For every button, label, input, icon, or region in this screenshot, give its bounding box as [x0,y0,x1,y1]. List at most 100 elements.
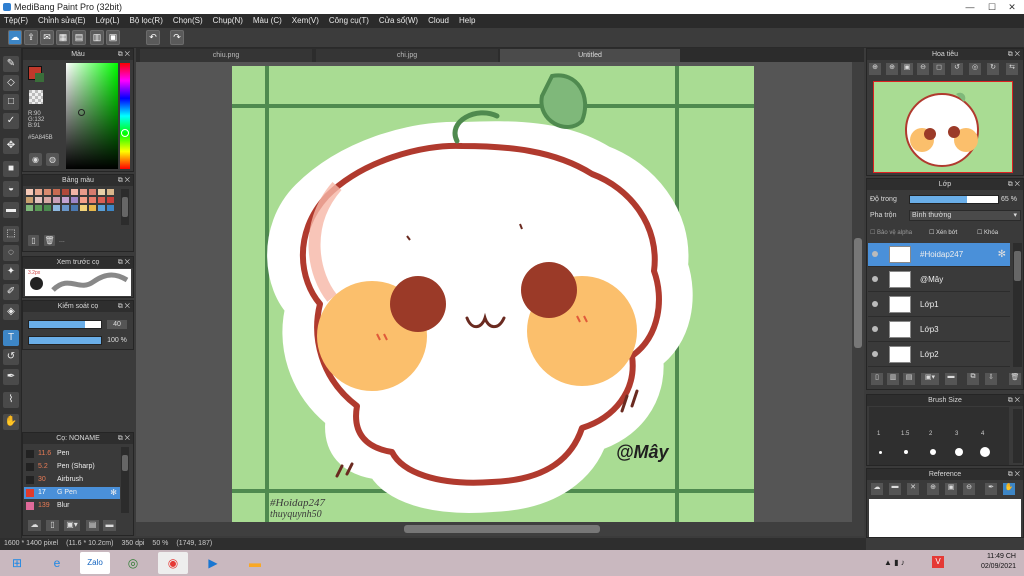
menu-edit[interactable]: Chỉnh sửa(E) [33,14,91,25]
zalo-icon[interactable]: Zalo [80,552,110,574]
brush-size-3[interactable]: 3 [955,431,958,437]
select-eraser-icon[interactable]: ◈ [3,304,19,320]
operation-tool-icon[interactable]: ↺ [3,349,19,365]
new-brush-icon[interactable]: ▯ [46,520,59,531]
tab-chi-jpg[interactable]: chi.jpg [316,49,498,62]
palette-swatch[interactable] [53,189,60,195]
bucket-tool-icon[interactable]: ◒ [3,181,19,197]
zoom-out-icon[interactable]: ⊖ [917,63,929,75]
palette-swatch[interactable] [44,197,51,203]
palette-swatches[interactable] [26,189,118,229]
clipping-checkbox[interactable]: ☐ Xén bớt [929,229,957,236]
menu-tools[interactable]: Công cụ(T) [324,14,374,25]
taskbar-clock[interactable]: 11:49 CH 02/09/2021 [981,552,1016,572]
palette-swatch[interactable] [62,189,69,195]
file-explorer-icon[interactable]: ▬ [240,552,270,574]
reference-cloud-icon[interactable]: ☁ [871,483,883,495]
merge-layer-icon[interactable]: ⇩ [985,373,997,385]
rotate-left-icon[interactable]: ↺ [951,63,963,75]
text-tool-icon[interactable]: T [3,330,19,346]
menu-layer[interactable]: Lớp(L) [91,14,125,25]
shape-tool-icon[interactable]: □ [3,94,19,110]
vertical-scroll-thumb[interactable] [854,238,862,348]
color-wheel-icon[interactable]: ◉ [29,153,42,166]
hue-slider[interactable] [120,63,130,169]
reference-close-icon[interactable]: ✕ [907,483,919,495]
menu-file[interactable]: Tệp(F) [0,14,33,25]
palette-swatch[interactable] [71,189,78,195]
palette-scrollbar[interactable] [121,189,129,225]
palette-swatch[interactable] [107,197,114,203]
new-palette-icon[interactable]: ▯ [28,235,39,246]
brush-folder-icon[interactable]: ▬ [103,520,116,531]
palette-more[interactable]: ... [59,237,65,244]
palette-swatch[interactable] [44,205,51,211]
brush-size-scrollbar[interactable] [1013,409,1022,463]
menu-color[interactable]: Màu (C) [248,14,287,25]
gradient-tool-icon[interactable]: ▬ [3,202,19,218]
color-mix-icon[interactable]: ◍ [46,153,59,166]
delete-palette-icon[interactable]: 🗑 [44,235,55,246]
panel-buttons-icon[interactable]: ⧉ ✕ [118,175,130,186]
brush-opacity-slider[interactable] [28,336,102,345]
browser-icon[interactable]: e [42,552,72,574]
rotate-reset-icon[interactable]: ◎ [969,63,981,75]
menu-select[interactable]: Chọn(S) [168,14,208,25]
palette-swatch[interactable] [26,197,33,203]
comment-icon[interactable]: ✉ [40,30,54,45]
gear-icon[interactable]: ✻ [110,488,117,497]
fill-rect-tool-icon[interactable]: ■ [3,161,19,177]
work-area[interactable]: #Hoidap247 thuyquynh50 @Mây [136,62,852,522]
horizontal-scroll-thumb[interactable] [404,525,600,533]
app-green-icon[interactable]: ◎ [118,552,148,574]
panel-buttons-icon[interactable]: ⧉ ✕ [1008,395,1020,406]
panel-icon[interactable]: ▣ [106,30,120,45]
layer-row-lop2[interactable]: Lớp2 [868,343,1010,367]
brush-item-pen[interactable]: 11.6 Pen [24,448,120,460]
brush-item-airbrush[interactable]: 30 Airbrush [24,474,120,486]
new-image-layer-icon[interactable]: ▤ [903,373,915,385]
add-layer-menu-icon[interactable]: ▣▾ [921,373,939,385]
select-tool-icon[interactable]: ⬚ [3,226,19,242]
reference-zoom-in-icon[interactable]: ⊕ [927,483,939,495]
drawing-canvas[interactable]: #Hoidap247 thuyquynh50 @Mây [232,66,754,522]
add-brush-icon[interactable]: ▣▾ [64,520,80,531]
palette-swatch[interactable] [89,205,96,211]
new-halftone-layer-icon[interactable]: ▥ [887,373,899,385]
brush-size-2[interactable]: 2 [929,431,932,437]
palette-swatch[interactable] [35,189,42,195]
panel-buttons-icon[interactable]: ⧉ ✕ [118,257,130,268]
palette-swatch[interactable] [35,205,42,211]
reference-open-icon[interactable]: ▬ [889,483,901,495]
palette-swatch[interactable] [98,205,105,211]
brush-opacity-value[interactable]: 100 % [105,336,129,345]
brush-size-slider[interactable] [28,320,102,329]
redo-icon[interactable]: ↷ [170,30,184,45]
menu-help[interactable]: Help [454,14,480,25]
close-button[interactable]: ✕ [1002,1,1022,13]
rotate-right-icon[interactable]: ↻ [987,63,999,75]
zoom-plus-icon[interactable]: ⊕ [886,63,898,75]
palette-swatch[interactable] [26,205,33,211]
menu-window[interactable]: Cửa sổ(W) [374,14,423,25]
tab-untitled[interactable]: Untitled [500,49,680,62]
panel-buttons-icon[interactable]: ⧉ ✕ [1008,49,1020,60]
brush-item-pen-sharp[interactable]: 5.2 Pen (Sharp) [24,461,120,473]
layer-opacity-value[interactable]: 65 % [1001,196,1017,203]
palette-swatch[interactable] [35,197,42,203]
brush-settings-icon[interactable]: ▤ [86,520,99,531]
chrome-icon[interactable]: ◉ [158,552,188,574]
reference-view[interactable] [869,499,1021,537]
actual-size-icon[interactable]: ◻ [933,63,945,75]
menu-filter[interactable]: Bộ lọc(R) [125,14,168,25]
brush-size-grid[interactable]: 1 1.5 2 3 4 [869,407,1009,465]
lasso-tool-icon[interactable]: ◌ [3,245,19,261]
palette-swatch[interactable] [44,189,51,195]
palette-swatch[interactable] [53,197,60,203]
new-layer-icon[interactable]: ▯ [871,373,883,385]
palette-swatch[interactable] [71,205,78,211]
brush-size-1-5[interactable]: 1.5 [901,431,909,437]
layer-row-lop3[interactable]: Lớp3 [868,318,1010,342]
panel-buttons-icon[interactable]: ⧉ ✕ [1008,469,1020,480]
blend-mode-select[interactable]: Bình thường ▾ [909,210,1021,221]
